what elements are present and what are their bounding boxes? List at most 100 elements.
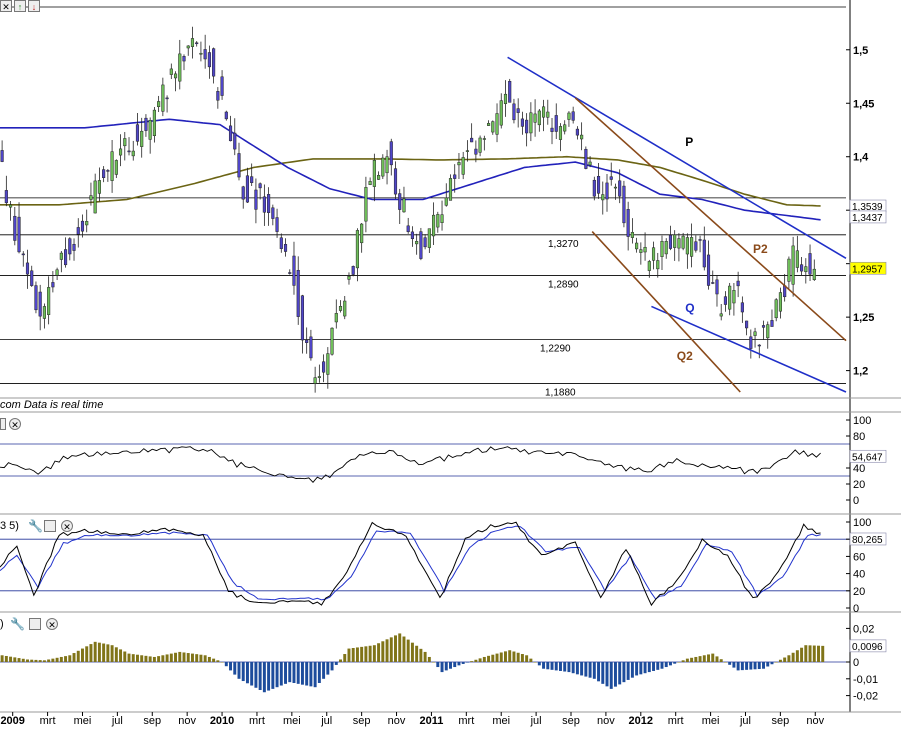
arrow-up-icon[interactable]: ↑ (14, 0, 26, 12)
candle-body (520, 118, 524, 127)
candle (757, 344, 761, 359)
candle (245, 167, 250, 203)
y-tick-label: -0,01 (853, 674, 878, 686)
candle-body (478, 137, 482, 153)
macd-bar (478, 658, 482, 662)
candle-body (613, 186, 618, 189)
macd-bar (140, 655, 144, 662)
candle (207, 45, 211, 79)
candle-body (465, 150, 469, 152)
close-icon[interactable]: ✕ (9, 418, 21, 430)
candle (317, 364, 321, 383)
maximize-icon[interactable] (0, 418, 6, 430)
macd-panel (0, 633, 850, 693)
candle (47, 276, 51, 325)
candle (322, 354, 326, 383)
candle (698, 235, 702, 253)
macd-bar (588, 662, 592, 678)
candle (38, 284, 42, 331)
maximize-icon[interactable] (29, 618, 41, 630)
candle-body (580, 134, 584, 140)
candle (152, 106, 156, 143)
candle-body (664, 241, 668, 255)
macd-bar (563, 662, 567, 672)
candle (25, 249, 30, 289)
y-tick-label: 1,2 (853, 366, 868, 378)
level-label: 1,2890 (548, 279, 579, 290)
candle-body (698, 239, 702, 241)
candle (292, 241, 296, 295)
candle (677, 233, 681, 262)
macd-bar (719, 659, 723, 662)
candle-body (389, 141, 393, 166)
macd-bar (487, 655, 491, 662)
candle-body (97, 180, 101, 194)
candle-body (457, 162, 461, 166)
maximize-icon[interactable] (44, 520, 56, 532)
candle-body (279, 237, 283, 249)
macd-bar (271, 662, 275, 689)
candle (182, 54, 186, 71)
candle-body (72, 243, 76, 251)
macd-bar (17, 658, 21, 662)
close-icon[interactable]: ✕ (46, 618, 58, 630)
candle-body (118, 148, 123, 156)
macd-bar (504, 651, 507, 662)
candle-body (144, 117, 148, 131)
macd-bar (300, 662, 304, 685)
candle-body (588, 161, 592, 166)
arrow-down-icon[interactable]: ↓ (28, 0, 40, 12)
macd-bar (347, 648, 351, 662)
candle-body (199, 52, 203, 55)
candle (427, 228, 431, 253)
candle-body (537, 110, 541, 126)
macd-bar (237, 662, 241, 679)
y-tick-label: 1,45 (853, 98, 874, 110)
macd-bar (233, 662, 237, 675)
candle-body (410, 231, 414, 240)
trendline-label: P (685, 135, 693, 149)
candle-body (694, 241, 698, 251)
candle-body (660, 240, 664, 257)
candle (795, 235, 799, 273)
candle (432, 202, 436, 246)
macd-bar (55, 657, 59, 662)
candle (296, 256, 300, 325)
candle-body (571, 111, 575, 121)
close-icon[interactable]: ✕ (0, 0, 12, 12)
wrench-icon[interactable]: 🔧 (10, 617, 25, 631)
macd-bar (398, 633, 402, 662)
macd-bar (51, 658, 55, 662)
candle (334, 299, 338, 329)
macd-bar (613, 662, 617, 687)
candle (465, 140, 469, 162)
macd-bar (698, 656, 702, 662)
macd-bar (42, 660, 46, 662)
macd-bar (355, 647, 359, 662)
close-icon[interactable]: ✕ (61, 520, 73, 532)
candle (613, 183, 618, 200)
macd-bar (453, 662, 457, 668)
candle (685, 233, 689, 269)
candle-body (800, 264, 804, 272)
macd-bar (630, 662, 634, 678)
macd-bar (9, 656, 13, 662)
candle-body (322, 361, 326, 373)
macd-bar (707, 654, 711, 662)
macd-bar (795, 650, 799, 662)
candle-body (173, 73, 178, 79)
macd-bar (491, 654, 495, 662)
candle-body (427, 228, 431, 248)
candle (723, 291, 728, 312)
candle-body (212, 48, 216, 77)
candle (330, 327, 334, 356)
candle (740, 296, 744, 323)
candle-body (804, 266, 808, 273)
wrench-icon[interactable]: 🔧 (28, 519, 43, 533)
candle-body (21, 253, 25, 256)
candle (415, 233, 419, 255)
candle-body (300, 295, 305, 341)
macd-bar (326, 662, 330, 675)
candle-body (224, 111, 228, 120)
y-tick-label: 1,25 (853, 312, 874, 324)
